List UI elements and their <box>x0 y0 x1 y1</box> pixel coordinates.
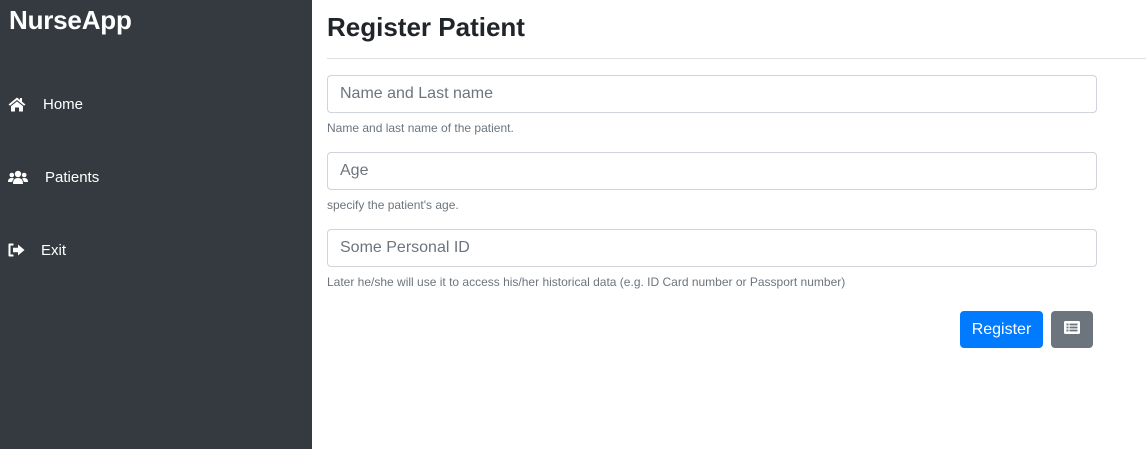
sidebar-item-patients[interactable]: Patients <box>8 165 99 189</box>
age-help-text: specify the patient's age. <box>327 198 459 212</box>
patient-list-button[interactable] <box>1051 311 1093 348</box>
name-input[interactable] <box>327 75 1097 113</box>
name-help-text: Name and last name of the patient. <box>327 121 514 135</box>
brand-logo[interactable]: NurseApp <box>9 5 132 36</box>
personal-id-help-text: Later he/she will use it to access his/h… <box>327 275 846 289</box>
age-input[interactable] <box>327 152 1097 190</box>
users-icon <box>8 170 28 185</box>
home-icon <box>8 97 26 112</box>
sidebar-item-label: Exit <box>41 241 67 259</box>
main-content: Register Patient Name and last name of t… <box>312 0 1146 449</box>
sidebar-item-label: Patients <box>45 168 100 186</box>
sidebar-item-label: Home <box>43 95 84 113</box>
register-button[interactable]: Register <box>960 311 1043 348</box>
title-divider <box>327 58 1146 59</box>
sidebar-item-home[interactable]: Home <box>8 92 83 116</box>
page-title: Register Patient <box>327 12 525 42</box>
sign-out-icon <box>8 243 25 257</box>
personal-id-input[interactable] <box>327 229 1097 267</box>
list-icon <box>1064 320 1080 339</box>
sidebar: NurseApp Home Patients Exit <box>0 0 312 449</box>
sidebar-item-exit[interactable]: Exit <box>8 238 66 262</box>
